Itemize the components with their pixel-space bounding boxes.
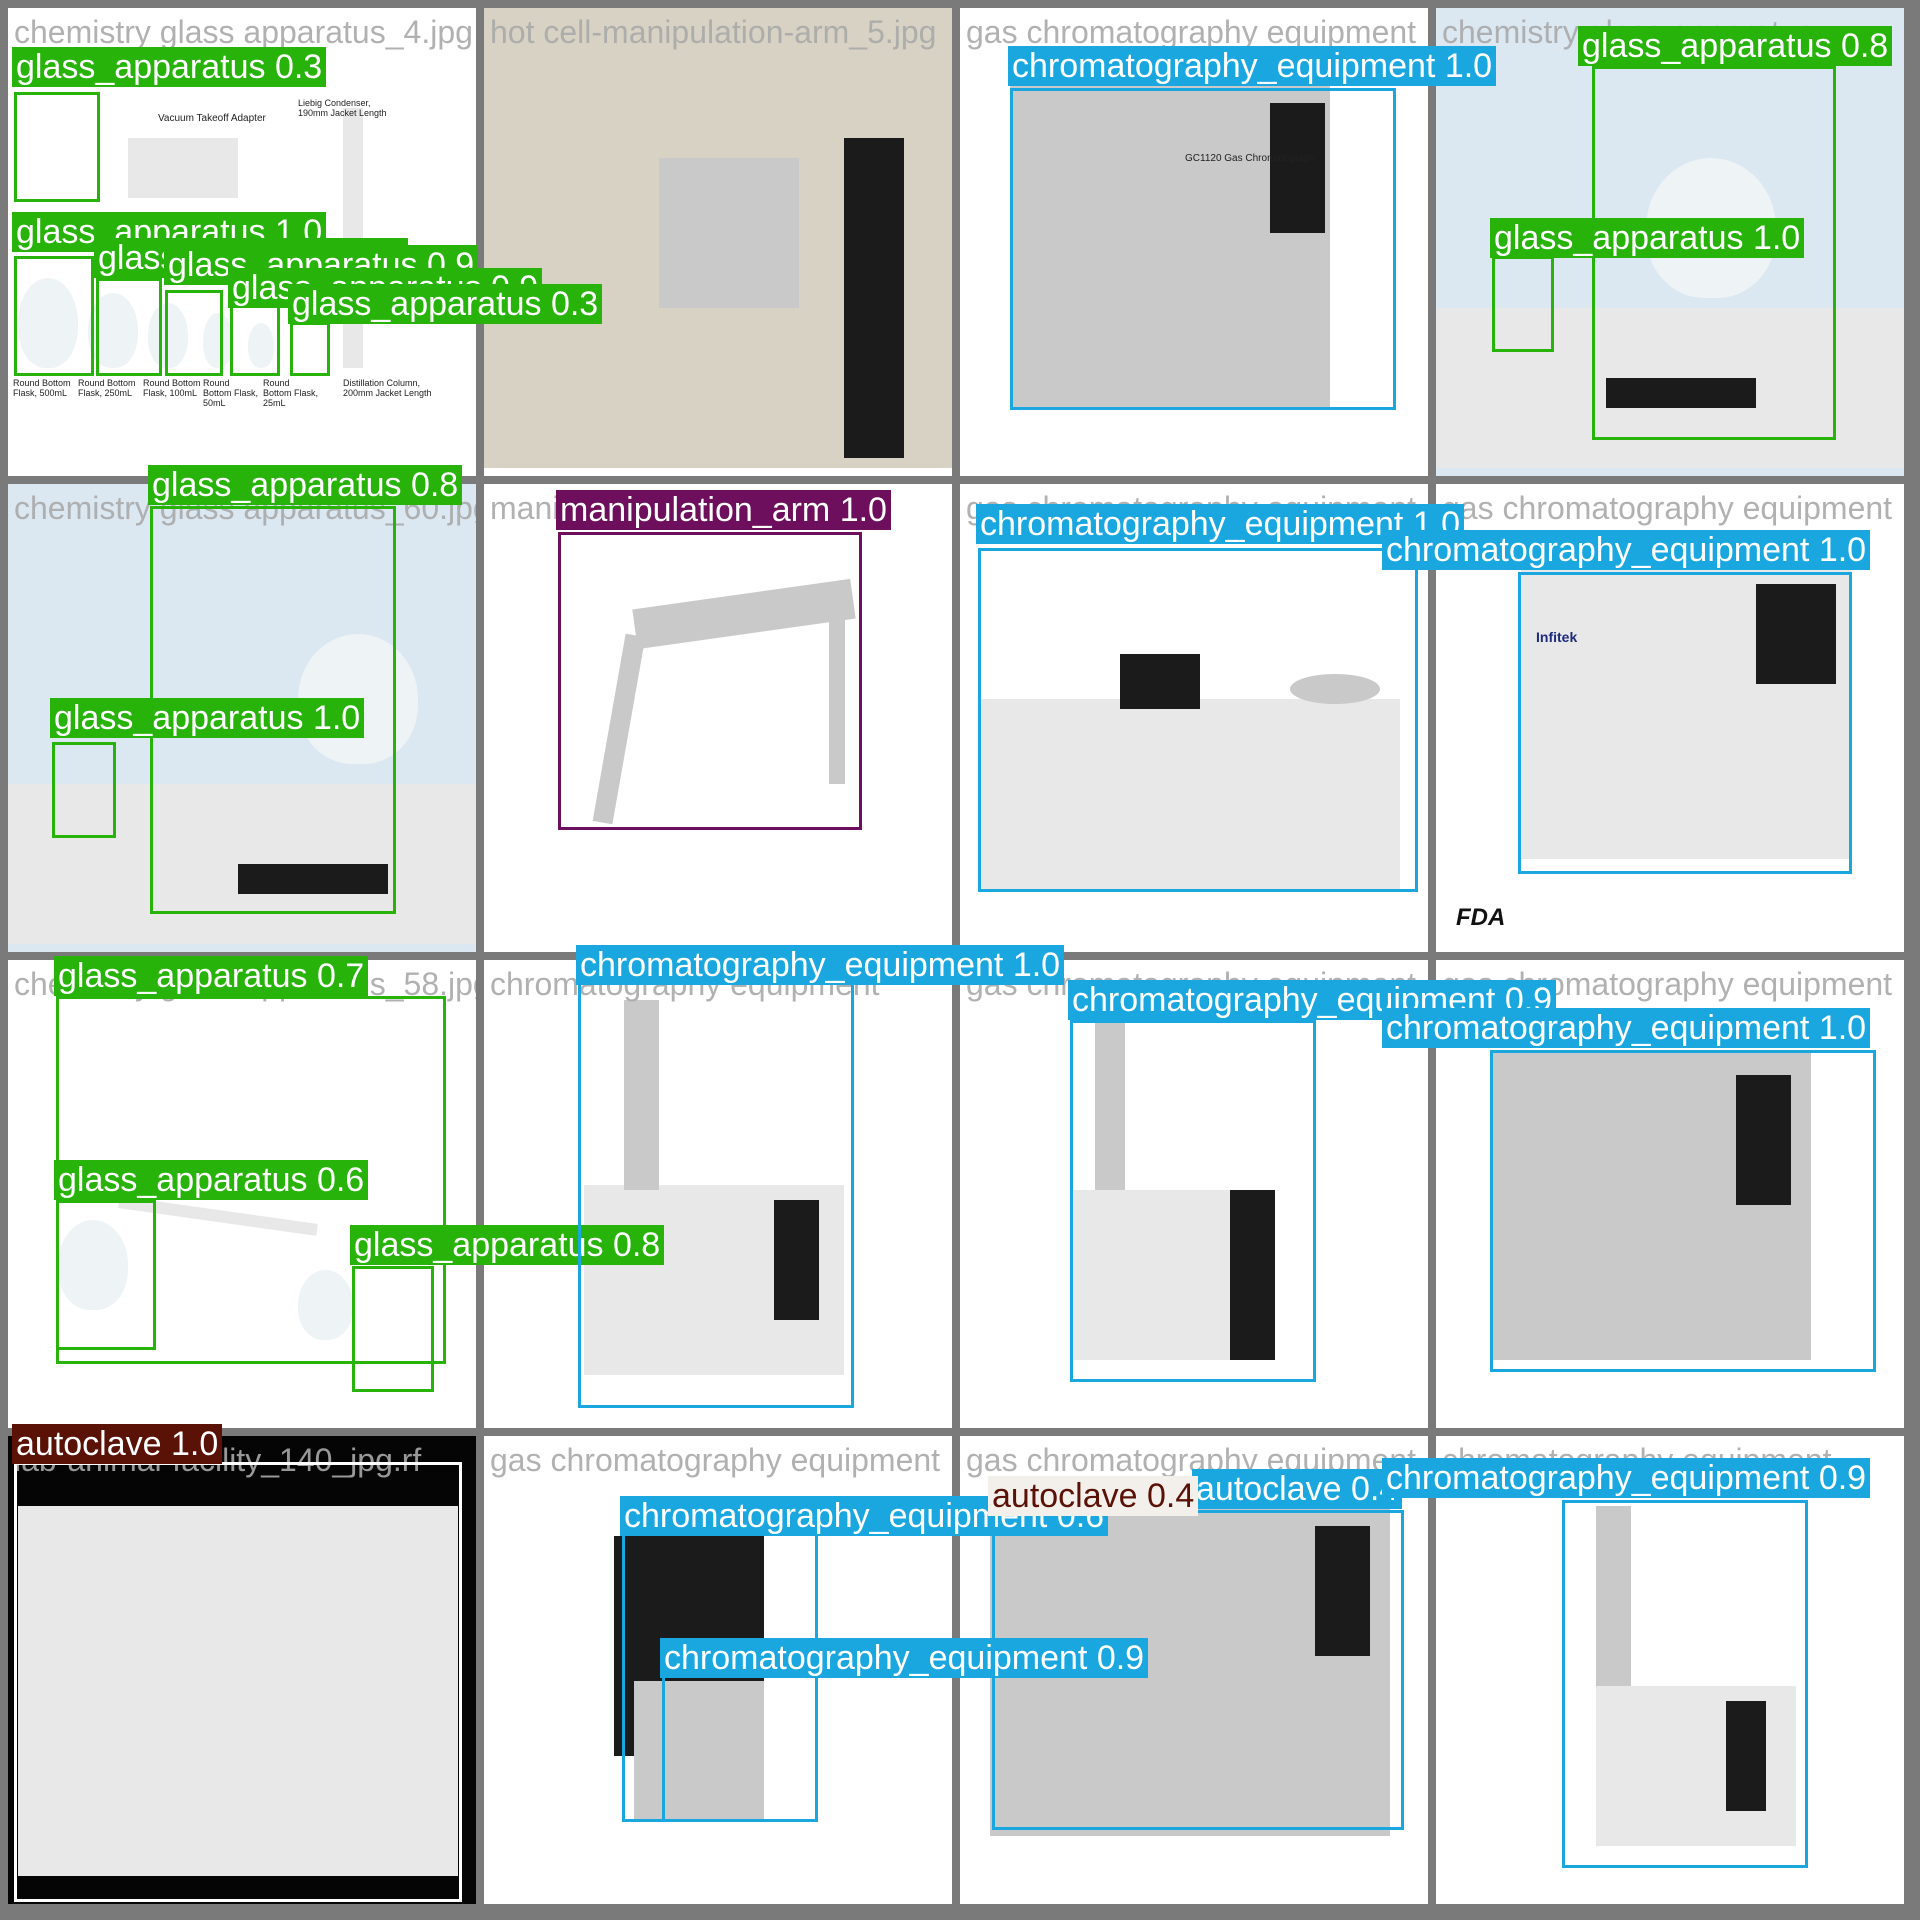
- detection-label: glass_apparatus 0.3: [288, 284, 603, 324]
- detection-label: glass_apparatus 1.0: [50, 698, 365, 738]
- tile-13: lab-animal-facility_140_jpg.rf: [8, 1436, 476, 1904]
- tile-filename: hot cell-manipulation-arm_5.jpg: [490, 14, 937, 50]
- flask-caption: Round Bottom Flask, 250mL: [78, 378, 136, 398]
- room-right-cabinet-photo: [844, 138, 904, 458]
- detection-label: glass_apparatus 0.6: [54, 1160, 369, 1200]
- adapter-photo: [128, 138, 238, 198]
- detection-label: chromatography_equipment 1.0: [1008, 46, 1497, 86]
- mosaic-grid: Vacuum Takeoff Adapter Liebig Condenser,…: [0, 0, 1920, 1920]
- gc-tray-photo: [1290, 674, 1380, 704]
- flask-caption: Round Bottom Flask, 500mL: [13, 378, 71, 398]
- gc-autosampler-photo: [1095, 1010, 1125, 1190]
- flask-photo: [298, 1270, 353, 1340]
- tile-2: hot cell-manipulation-arm_5.jpg: [484, 8, 952, 476]
- detection-label: chromatography_equipment 0.9: [660, 1638, 1149, 1678]
- brand-caption: Infitek: [1536, 629, 1578, 645]
- stand-base-photo: [1606, 378, 1756, 408]
- tile-filename: gas chromatography equipment: [490, 1442, 941, 1478]
- animal-rack-photo: [18, 1506, 458, 1876]
- gc-display-photo: [1756, 584, 1836, 684]
- tile-10: chromatography equipment: [484, 960, 952, 1428]
- gc-autosampler-photo: [624, 1000, 659, 1190]
- gc-keypad-photo: [1736, 1075, 1791, 1205]
- fda-logo: FDA: [1456, 904, 1506, 931]
- flask-photo: [18, 278, 78, 368]
- manipulator-arm-photo: [592, 633, 646, 825]
- detection-label: glass_apparatus 0.3: [12, 47, 327, 87]
- vacuum-caption: Vacuum Takeoff Adapter: [158, 113, 266, 124]
- flask-photo: [148, 303, 188, 368]
- detection-label: chromatography_equipment 1.0: [1382, 530, 1871, 570]
- gc-keypad-photo: [774, 1200, 819, 1320]
- detection-label: glass_apparatus 0.8: [350, 1225, 665, 1265]
- tile-16: chromatography equipment: [1436, 1436, 1904, 1904]
- detection-label: chromatography_equipment 1.0: [576, 945, 1065, 985]
- manipulator-arm-photo: [632, 578, 856, 650]
- flask-caption: Round Bottom Flask, 100mL: [143, 378, 201, 398]
- tile-filename: gas chromatography equipment: [1442, 490, 1893, 526]
- tile-7: gas chromatography equipment: [960, 484, 1428, 952]
- tile-11: gas chromatography equipment: [960, 960, 1428, 1428]
- stand-base-photo: [238, 864, 388, 894]
- gc-panel-photo: [1230, 1190, 1275, 1360]
- flask-photo: [248, 323, 274, 368]
- flask-photo: [88, 293, 138, 368]
- detection-label: glass_apparatus 0.7: [54, 956, 369, 996]
- flask-caption: Round Bottom Flask, 50mL: [203, 378, 259, 408]
- detection-label: autoclave 0.4: [1192, 1469, 1403, 1509]
- detection-label: chromatography_equipment 0.9: [1382, 1458, 1871, 1498]
- flask-photo: [203, 313, 233, 368]
- gc-keypad-photo: [1726, 1701, 1766, 1811]
- detection-label: glass_apparatus 1.0: [1490, 218, 1805, 258]
- tile-filename: chemistry glass apparatus_4.jpg: [14, 14, 473, 50]
- manipulator-arm-photo: [829, 584, 845, 784]
- detection-label: manipulation_arm 1.0: [556, 490, 891, 530]
- gc-instrument-photo: [1596, 1686, 1796, 1846]
- gc-keypad-photo: [1315, 1526, 1370, 1656]
- gc-model-caption: GC1120 Gas Chromatograph: [1185, 153, 1315, 164]
- detection-label: chromatography_equipment 1.0: [1382, 1008, 1871, 1048]
- column-caption: Distillation Column, 200mm Jacket Length: [343, 378, 432, 398]
- tile-6: manipulation arm_24.jpg: [484, 484, 952, 952]
- gc-keypad-photo: [1270, 103, 1325, 233]
- detection-label: glass_apparatus 0.8: [148, 465, 463, 505]
- room-far-wall-photo: [659, 158, 799, 308]
- flask-caption: Round Bottom Flask, 25mL: [263, 378, 319, 408]
- detection-label: autoclave 1.0: [12, 1424, 223, 1464]
- condenser-caption: Liebig Condenser, 190mm Jacket Length: [298, 98, 387, 118]
- detection-label: autoclave 0.4: [988, 1476, 1199, 1516]
- gc-autosampler-photo: [1596, 1506, 1631, 1686]
- gc-instrument-photo: [980, 699, 1400, 889]
- gc-instrument-photo: [634, 1681, 764, 1821]
- detection-label: glass_apparatus 0.8: [1578, 26, 1893, 66]
- flask-photo: [58, 1220, 128, 1310]
- condenser-photo: [118, 1196, 318, 1236]
- gc-tablet-photo: [1120, 654, 1200, 709]
